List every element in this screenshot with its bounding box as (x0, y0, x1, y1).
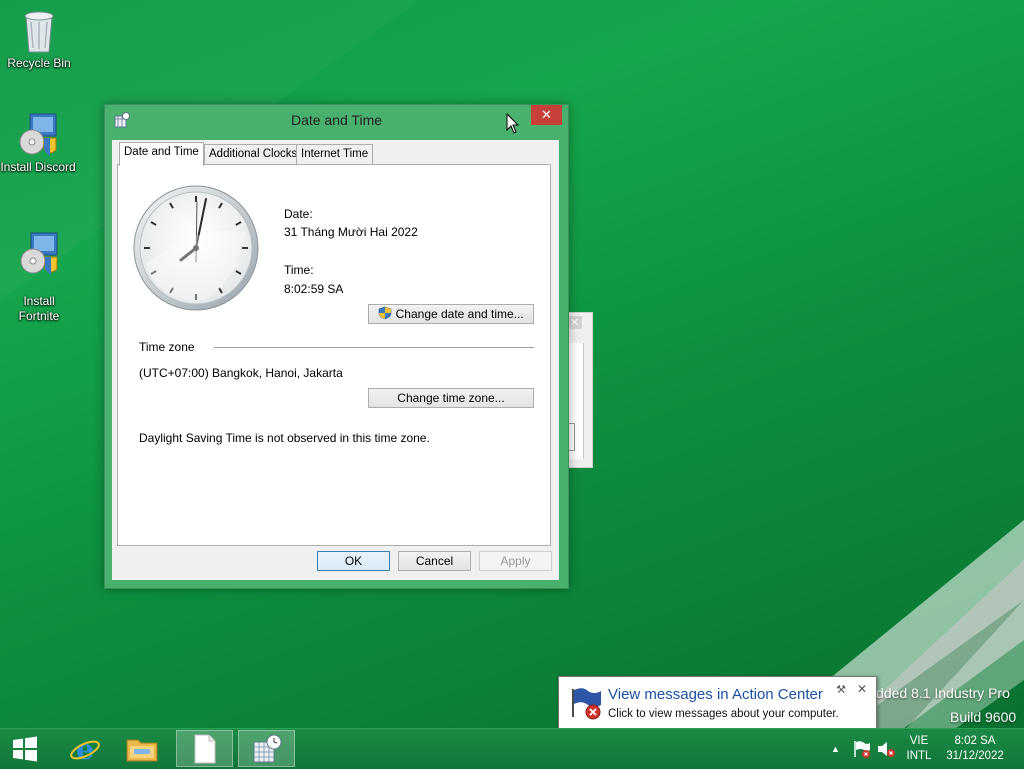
tab-panel: Date: 31 Tháng Mười Hai 2022 Time: 8:02:… (117, 164, 551, 546)
change-time-zone-button[interactable]: Change time zone... (368, 388, 534, 408)
internet-explorer-icon: e (70, 733, 100, 765)
action-center-flag-icon (572, 688, 601, 720)
desktop-icon-install-fortnite[interactable]: Install Fortnite (1, 216, 77, 324)
close-icon[interactable]: ✕ (567, 316, 583, 329)
change-date-time-label: Change date and time... (395, 307, 524, 321)
analog-clock (133, 185, 259, 311)
svg-text:e: e (76, 733, 94, 765)
taskbar-clock[interactable]: 8:02 SA 31/12/2022 (942, 734, 1008, 764)
folder-icon (126, 739, 158, 762)
speaker-muted-icon[interactable] (876, 739, 896, 759)
uac-shield-icon (378, 306, 392, 320)
recycle-bin-icon (24, 11, 54, 53)
close-button[interactable]: ✕ (531, 105, 562, 125)
windows-edition-watermark: dded 8.1 Industry Pro (876, 685, 1010, 701)
time-value: 8:02:59 SA (284, 282, 344, 296)
taskbar-date-time[interactable] (238, 730, 295, 767)
installer-icon (19, 113, 57, 156)
desktop-icon-install-discord[interactable]: Install Discord (0, 112, 76, 175)
windows-logo-icon (13, 736, 37, 762)
date-time-dialog: Date and Time ✕ Date and Time Additional… (104, 104, 569, 589)
tab-additional-clocks[interactable]: Additional Clocks (204, 144, 303, 164)
mouse-cursor-icon (506, 113, 520, 134)
tab-internet-time[interactable]: Internet Time (296, 144, 374, 164)
notification-body: Click to view messages about your comput… (608, 708, 839, 720)
date-label: Date: (284, 207, 313, 221)
tab-date-and-time[interactable]: Date and Time (119, 142, 204, 166)
action-center-flag-icon[interactable] (852, 739, 872, 759)
installer-icon (20, 232, 58, 275)
notification-title[interactable]: View messages in Action Center (608, 686, 823, 703)
desktop-icon-recycle-bin[interactable]: Recycle Bin (1, 8, 77, 71)
dst-note: Daylight Saving Time is not observed in … (139, 431, 430, 445)
apply-button[interactable]: Apply (479, 551, 552, 571)
date-value: 31 Tháng Mười Hai 2022 (284, 225, 418, 239)
show-hidden-icons-button[interactable]: ▲ (831, 742, 840, 757)
time-zone-divider (214, 347, 534, 348)
cancel-button[interactable]: Cancel (398, 551, 471, 571)
time-zone-value: (UTC+07:00) Bangkok, Hanoi, Jakarta (139, 366, 343, 380)
close-icon: ✕ (541, 107, 552, 122)
input-language-indicator[interactable]: VIE INTL (900, 734, 938, 764)
taskbar-internet-explorer[interactable]: e (57, 730, 114, 767)
taskbar: e ▲ VIE INTL 8:02 SA 31/12/2022 (0, 728, 1024, 769)
start-button[interactable] (0, 730, 57, 767)
windows-build-watermark: Build 9600 (950, 709, 1017, 725)
taskbar-file-explorer[interactable] (114, 730, 171, 767)
dialog-title: Date and Time (290, 112, 383, 128)
time-zone-header: Time zone (139, 340, 195, 354)
document-icon (194, 734, 216, 764)
dialog-client-area: Date and Time Additional Clocks Internet… (112, 140, 559, 580)
desktop-icon-label: Install Discord (0, 160, 76, 174)
background-window-fragment[interactable]: ✕ (565, 312, 593, 468)
action-center-notification[interactable]: View messages in Action Center Click to … (558, 676, 877, 731)
clock-date: 31/12/2022 (946, 750, 1004, 762)
language-code: VIE (909, 735, 929, 747)
date-time-app-icon (253, 734, 282, 763)
desktop-icon-label: Install Fortnite (18, 294, 60, 323)
change-date-time-button[interactable]: Change date and time... (368, 304, 534, 324)
desktop-icon-label: Recycle Bin (7, 56, 71, 70)
time-label: Time: (284, 263, 314, 277)
settings-wrench-icon[interactable]: ⚒ (836, 683, 846, 696)
close-icon[interactable]: ✕ (857, 682, 867, 696)
clock-time: 8:02 SA (954, 735, 996, 747)
taskbar-blank-document[interactable] (176, 730, 233, 767)
ok-button[interactable]: OK (317, 551, 390, 571)
keyboard-layout: INTL (906, 750, 932, 762)
